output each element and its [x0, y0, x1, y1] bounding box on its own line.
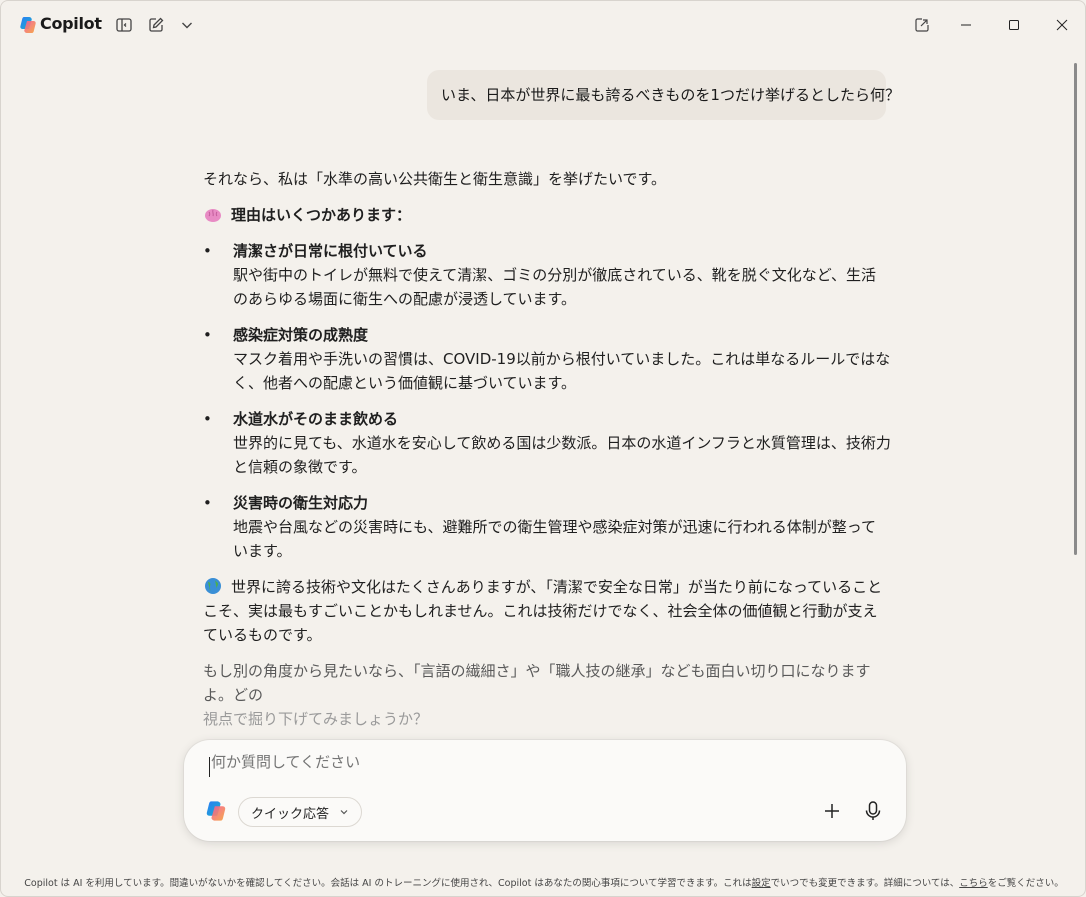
- bullet: •: [203, 242, 212, 260]
- item-title: 感染症対策の成熟度: [233, 326, 369, 344]
- list-item: • 清潔さが日常に根付いている 駅や街中のトイレが無料で使えて清潔、ゴミの分別が…: [203, 239, 891, 311]
- item-title: 水道水がそのまま飲める: [233, 410, 399, 428]
- item-body: マスク着用や手洗いの習慣は、COVID-19以前から根付いていました。これは単な…: [233, 350, 891, 392]
- popout-button[interactable]: [908, 11, 936, 39]
- chat-scrollbar[interactable]: [1074, 63, 1077, 555]
- copilot-window: Copilot いま、日本が世界に最も誇るべきものを1つだけ挙げるとしたら何？ …: [0, 0, 1086, 897]
- footer-text-3: をご覧ください。: [987, 878, 1064, 889]
- item-body: 駅や街中のトイレが無料で使えて清潔、ゴミの分別が徹底されている、靴を脱ぐ文化など…: [233, 266, 877, 308]
- minimize-icon: [961, 24, 971, 26]
- maximize-icon: [1009, 20, 1019, 30]
- bullet: •: [203, 326, 212, 344]
- footer-text-1: Copilot は AI を利用しています。間違いがないかを確認してください。会…: [24, 878, 752, 889]
- app-title: Copilot: [40, 14, 102, 33]
- history-dropdown-button[interactable]: [175, 13, 199, 37]
- item-body: 世界的に見ても、水道水を安心して飲める国は少数派。日本の水道インフラと水質管理は…: [233, 434, 891, 476]
- add-attachment-button[interactable]: [820, 799, 844, 823]
- assistant-response: それなら、私は「水準の高い公共衛生と衛生意識」を挙げたいです。 理由はいくつかあ…: [203, 167, 891, 743]
- close-icon: [1056, 19, 1068, 31]
- closing-text: 世界に誇る技術や文化はたくさんありますが、「清潔で安全な日常」が当たり前になって…: [203, 578, 883, 644]
- quick-response-dropdown[interactable]: クイック応答: [238, 797, 363, 827]
- chevron-down-icon: [182, 22, 192, 29]
- new-chat-button[interactable]: [144, 13, 168, 37]
- reason-list: • 清潔さが日常に根付いている 駅や街中のトイレが無料で使えて清潔、ゴミの分別が…: [203, 239, 891, 563]
- copilot-icon[interactable]: [204, 799, 228, 823]
- new-chat-icon: [149, 17, 164, 32]
- brain-emoji-icon: [205, 209, 221, 222]
- list-item: • 感染症対策の成熟度 マスク着用や手洗いの習慣は、COVID-19以前から根付…: [203, 323, 891, 395]
- message-composer: クイック応答: [184, 740, 906, 841]
- copilot-logo-icon: [20, 17, 36, 33]
- response-intro: それなら、私は「水準の高い公共衛生と衛生意識」を挙げたいです。: [203, 170, 667, 188]
- globe-emoji-icon: [205, 578, 221, 594]
- minimize-button[interactable]: [952, 11, 980, 39]
- response-followup: もし別の角度から見たいなら、「言語の繊細さ」や「職人技の継承」なども面白い切り口…: [203, 659, 891, 731]
- bullet: •: [203, 410, 212, 428]
- learn-more-link[interactable]: こちら: [959, 878, 988, 889]
- list-item: • 水道水がそのまま飲める 世界的に見ても、水道水を安心して飲める国は少数派。日…: [203, 407, 891, 479]
- followup-line-1: もし別の角度から見たいなら、「言語の繊細さ」や「職人技の継承」なども面白い切り口…: [203, 662, 871, 704]
- response-closing: 世界に誇る技術や文化はたくさんありますが、「清潔で安全な日常」が当たり前になって…: [203, 575, 891, 647]
- followup-line-2: 視点で掘り下げてみましょうか？: [203, 710, 429, 728]
- bullet: •: [203, 494, 212, 512]
- quick-response-label: クイック応答: [251, 806, 330, 822]
- close-button[interactable]: [1048, 11, 1076, 39]
- list-item: • 災害時の衛生対応力 地震や台風などの災害時にも、避難所での衛生管理や感染症対…: [203, 491, 891, 563]
- footer-text-2: でいつでも変更できます。詳細については、: [770, 878, 960, 889]
- item-title: 災害時の衛生対応力: [233, 494, 369, 512]
- sidebar-toggle-icon: [116, 18, 132, 32]
- item-body: 地震や台風などの災害時にも、避難所での衛生管理や感染症対策が迅速に行われる体制が…: [233, 518, 877, 560]
- chevron-down-icon: [340, 810, 348, 815]
- item-title: 清潔さが日常に根付いている: [233, 242, 428, 260]
- voice-input-button[interactable]: [861, 799, 885, 823]
- maximize-button[interactable]: [1000, 11, 1028, 39]
- popout-icon: [915, 18, 929, 32]
- text-caret: [209, 757, 210, 777]
- response-heading: 理由はいくつかあります：: [203, 203, 891, 227]
- plus-icon: [825, 804, 839, 818]
- microphone-icon: [865, 801, 881, 820]
- response-heading-text: 理由はいくつかあります：: [231, 206, 412, 224]
- message-input[interactable]: [211, 754, 811, 771]
- footer-disclaimer: Copilot は AI を利用しています。間違いがないかを確認してください。会…: [1, 875, 1085, 889]
- title-bar: Copilot: [1, 1, 1085, 49]
- sidebar-toggle-button[interactable]: [112, 13, 136, 37]
- user-message: いま、日本が世界に最も誇るべきものを1つだけ挙げるとしたら何？: [427, 70, 900, 120]
- settings-link[interactable]: 設定: [752, 878, 771, 889]
